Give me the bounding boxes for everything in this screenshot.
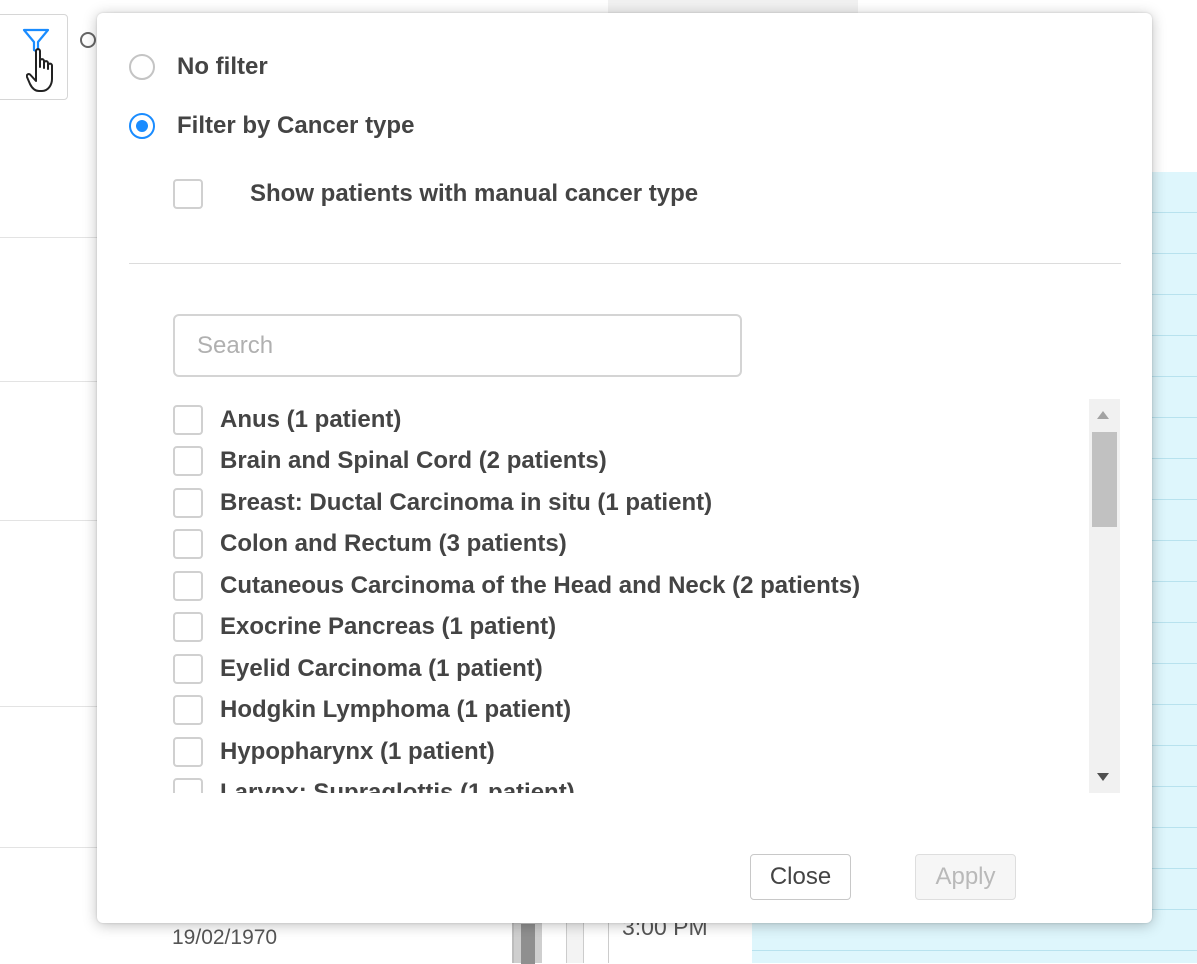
- section-divider: [129, 263, 1121, 264]
- table-divider: [0, 381, 97, 382]
- cancer-type-checkbox[interactable]: [173, 695, 203, 726]
- cancer-type-checkbox[interactable]: [173, 570, 203, 601]
- manual-cancer-type-option[interactable]: Show patients with manual cancer type: [173, 179, 698, 209]
- cancer-type-label: Hodgkin Lymphoma (1 patient): [220, 696, 572, 724]
- apply-button[interactable]: Apply: [915, 854, 1016, 900]
- table-divider: [0, 706, 97, 707]
- scroll-down-arrow-icon[interactable]: [1097, 773, 1109, 781]
- list-item[interactable]: Larynx: Supraglottis (1 patient): [173, 773, 1113, 793]
- list-item[interactable]: Breast: Ductal Carcinoma in situ (1 pati…: [173, 482, 1113, 524]
- cancer-type-checkbox[interactable]: [173, 487, 203, 518]
- no-filter-label: No filter: [177, 53, 268, 80]
- search-input[interactable]: [173, 314, 742, 377]
- cancer-type-checkbox[interactable]: [173, 736, 203, 767]
- list-item[interactable]: Colon and Rectum (3 patients): [173, 524, 1113, 566]
- cancer-type-checkbox[interactable]: [173, 529, 203, 560]
- hand-pointer-icon: [26, 48, 53, 92]
- cancer-type-label: Cutaneous Carcinoma of the Head and Neck…: [220, 571, 861, 599]
- filter-by-cancer-type-radio[interactable]: [129, 113, 155, 139]
- patient-date-of-birth: 19/02/1970: [172, 926, 278, 949]
- background-scroll-thumb[interactable]: [521, 924, 535, 964]
- cancer-type-checkbox[interactable]: [173, 653, 203, 684]
- table-divider: [0, 520, 97, 521]
- list-item[interactable]: Hodgkin Lymphoma (1 patient): [173, 690, 1113, 732]
- cancer-type-checkbox[interactable]: [173, 612, 203, 643]
- list-item[interactable]: Cutaneous Carcinoma of the Head and Neck…: [173, 565, 1113, 607]
- cancer-type-label: Breast: Ductal Carcinoma in situ (1 pati…: [220, 488, 713, 516]
- background-header-strip: [608, 0, 858, 14]
- manual-cancer-type-checkbox[interactable]: [173, 179, 203, 209]
- clock-icon: [80, 32, 96, 48]
- list-item[interactable]: Hypopharynx (1 patient): [173, 731, 1113, 773]
- cancer-type-checkbox[interactable]: [173, 778, 203, 793]
- cancer-type-filter-dialog: No filter Filter by Cancer type Show pat…: [97, 13, 1152, 923]
- list-item[interactable]: Eyelid Carcinoma (1 patient): [173, 648, 1113, 690]
- close-button[interactable]: Close: [750, 854, 851, 900]
- cancer-type-label: Larynx: Supraglottis (1 patient): [220, 779, 575, 793]
- cancer-type-label: Hypopharynx (1 patient): [220, 737, 495, 765]
- cancer-type-checkbox[interactable]: [173, 404, 203, 435]
- no-filter-option[interactable]: No filter: [129, 53, 268, 81]
- filter-by-cancer-type-label: Filter by Cancer type: [177, 112, 415, 139]
- scroll-thumb[interactable]: [1092, 432, 1117, 527]
- cancer-type-label: Anus (1 patient): [220, 405, 402, 433]
- cancer-type-label: Brain and Spinal Cord (2 patients): [220, 447, 607, 475]
- cancer-type-label: Exocrine Pancreas (1 patient): [220, 613, 557, 641]
- cancer-type-list[interactable]: Anus (1 patient) Brain and Spinal Cord (…: [173, 399, 1113, 793]
- table-divider: [0, 237, 97, 238]
- scroll-up-arrow-icon[interactable]: [1097, 411, 1109, 419]
- list-item[interactable]: Exocrine Pancreas (1 patient): [173, 607, 1113, 649]
- no-filter-radio[interactable]: [129, 54, 155, 80]
- table-divider: [0, 847, 97, 848]
- filter-by-cancer-type-option[interactable]: Filter by Cancer type: [129, 112, 414, 140]
- list-item[interactable]: Brain and Spinal Cord (2 patients): [173, 441, 1113, 483]
- list-item[interactable]: Anus (1 patient): [173, 399, 1113, 441]
- list-scrollbar[interactable]: [1089, 399, 1120, 793]
- cancer-type-checkbox[interactable]: [173, 446, 203, 477]
- manual-cancer-type-label: Show patients with manual cancer type: [250, 180, 699, 207]
- cancer-type-label: Colon and Rectum (3 patients): [220, 530, 567, 558]
- cancer-type-label: Eyelid Carcinoma (1 patient): [220, 654, 543, 682]
